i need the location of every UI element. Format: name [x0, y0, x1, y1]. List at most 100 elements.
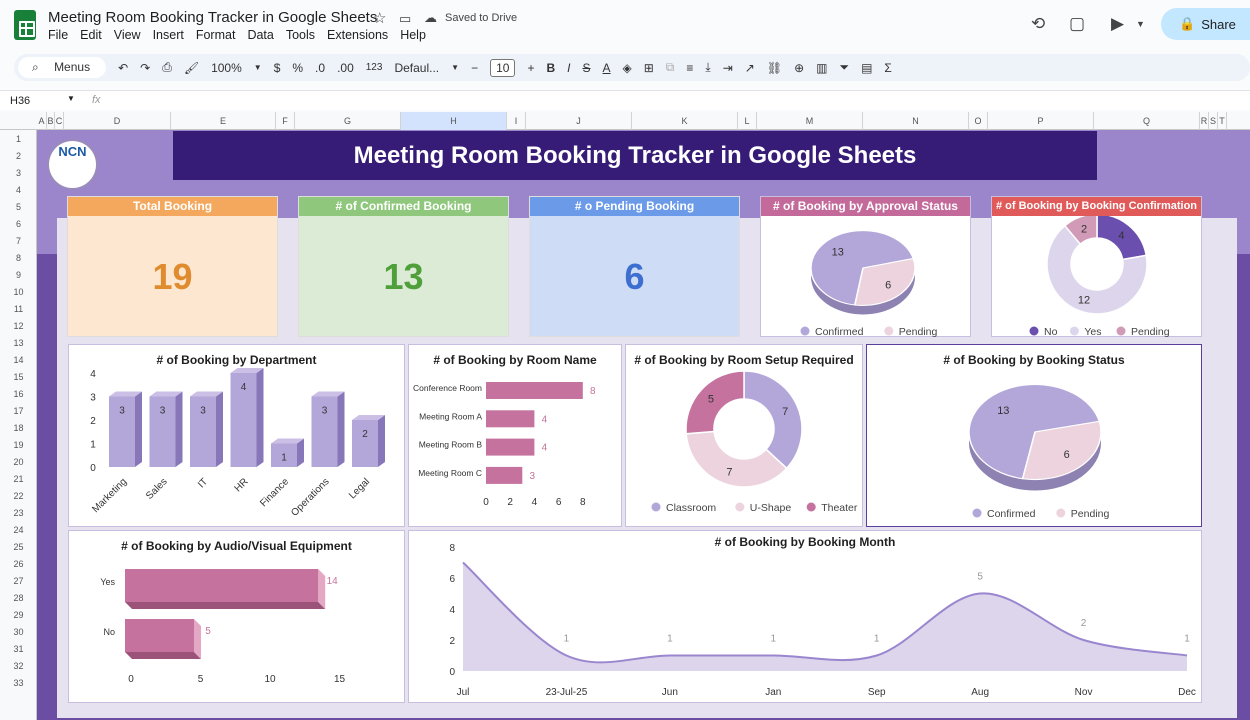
chevron-down-icon[interactable]: ▼ [1136, 19, 1145, 29]
room-name-chart[interactable]: # of Booking by Room Name Conference Roo… [408, 344, 622, 527]
booking-confirmation-chart[interactable]: # of Booking by Booking Confirmation 4 12… [991, 196, 1202, 338]
link-icon[interactable]: ⛓ [767, 61, 782, 75]
filter-views-icon[interactable]: ▤ [861, 61, 872, 75]
menu-edit[interactable]: Edit [80, 28, 102, 42]
chevron-down-icon[interactable]: ▼ [254, 63, 262, 72]
font-size-increase-button[interactable]: + [527, 61, 534, 75]
row-header[interactable]: 3 [0, 168, 37, 178]
column-header[interactable]: D [64, 112, 171, 130]
av-equipment-chart[interactable]: # of Booking by Audio/Visual Equipment Y… [68, 530, 405, 703]
row-header[interactable]: 24 [0, 525, 37, 535]
column-header[interactable]: G [295, 112, 401, 130]
booking-month-chart[interactable]: # of Booking by Booking Month 0 2 4 6 8 Jul 1 2… [408, 530, 1202, 703]
column-header[interactable]: H [401, 112, 507, 130]
row-header[interactable]: 18 [0, 423, 37, 433]
menu-format[interactable]: Format [196, 28, 236, 42]
column-header[interactable]: B [47, 112, 55, 130]
row-header[interactable]: 8 [0, 253, 37, 263]
row-header[interactable]: 11 [0, 304, 37, 314]
column-header[interactable]: O [969, 112, 988, 130]
chevron-down-icon[interactable]: ▼ [67, 94, 75, 103]
functions-icon[interactable]: Σ [884, 61, 891, 75]
number-format-button[interactable]: 123 [366, 62, 383, 73]
row-header[interactable]: 19 [0, 440, 37, 450]
font-size-input[interactable]: 10 [490, 58, 516, 77]
column-header[interactable]: Q [1094, 112, 1200, 130]
decrease-decimal-button[interactable]: .0 [315, 61, 325, 75]
column-header[interactable]: T [1218, 112, 1227, 130]
row-header[interactable]: 23 [0, 508, 37, 518]
borders-icon[interactable]: ⊞ [644, 61, 654, 75]
row-header[interactable]: 33 [0, 678, 37, 688]
menu-extensions[interactable]: Extensions [327, 28, 388, 42]
zoom-select[interactable]: 100% [211, 61, 242, 75]
font-select[interactable]: Defaul... [394, 61, 439, 75]
row-header[interactable]: 30 [0, 627, 37, 637]
bold-button[interactable]: B [546, 61, 555, 75]
row-header[interactable]: 5 [0, 202, 37, 212]
row-header[interactable]: 20 [0, 457, 37, 467]
merge-cells-icon[interactable]: ⧉ [666, 60, 675, 75]
column-header[interactable]: R [1200, 112, 1209, 130]
column-header[interactable]: F [276, 112, 295, 130]
column-header[interactable]: C [55, 112, 64, 130]
row-header[interactable]: 21 [0, 474, 37, 484]
history-icon[interactable]: ⟲ [1031, 14, 1045, 34]
row-header[interactable]: 13 [0, 338, 37, 348]
approval-status-chart[interactable]: # of Booking by Approval Status 13 6 Confi… [760, 196, 971, 338]
column-header[interactable]: J [526, 112, 632, 130]
menu-tools[interactable]: Tools [286, 28, 315, 42]
row-header[interactable]: 26 [0, 559, 37, 569]
row-header[interactable]: 31 [0, 644, 37, 654]
strikethrough-icon[interactable]: S [582, 61, 590, 75]
currency-format-button[interactable]: $ [274, 61, 281, 75]
menu-data[interactable]: Data [247, 28, 273, 42]
align-horizontal-icon[interactable]: ≡ [686, 61, 693, 75]
star-icon[interactable]: ☆ [373, 9, 386, 27]
filter-icon[interactable]: ⏷ [839, 60, 849, 75]
row-header[interactable]: 14 [0, 355, 37, 365]
row-header[interactable]: 27 [0, 576, 37, 586]
column-header[interactable]: N [863, 112, 969, 130]
sheets-logo-icon[interactable] [14, 10, 36, 40]
italic-button[interactable]: I [567, 61, 570, 75]
chart-icon[interactable]: ▥ [816, 61, 827, 75]
row-header[interactable]: 1 [0, 134, 37, 144]
menu-help[interactable]: Help [400, 28, 426, 42]
name-box[interactable]: H36 [10, 95, 30, 107]
fill-color-icon[interactable]: ◈ [623, 61, 632, 75]
text-color-icon[interactable]: A [602, 61, 610, 75]
row-header[interactable]: 32 [0, 661, 37, 671]
row-header[interactable]: 10 [0, 287, 37, 297]
booking-status-chart[interactable]: # of Booking by Booking Status 13 6 Confir… [866, 344, 1202, 527]
department-chart[interactable]: # of Booking by Department 0 1 2 3 4 3 Marketi… [68, 344, 405, 527]
percent-format-button[interactable]: % [292, 61, 303, 75]
column-header[interactable]: M [757, 112, 863, 130]
paint-format-icon[interactable]: 🖌 [184, 61, 199, 75]
text-wrap-icon[interactable]: ⇥ [723, 61, 733, 75]
row-header[interactable]: 16 [0, 389, 37, 399]
comment-icon[interactable]: ⊕ [794, 61, 804, 75]
row-header[interactable]: 22 [0, 491, 37, 501]
comments-icon[interactable]: ▢ [1069, 14, 1085, 34]
menu-view[interactable]: View [114, 28, 141, 42]
search-menus-input[interactable]: ⌕ Menus [18, 57, 107, 78]
chevron-down-icon[interactable]: ▼ [451, 63, 459, 72]
undo-icon[interactable]: ↶ [118, 61, 128, 75]
share-button[interactable]: 🔒 Share [1161, 8, 1250, 40]
row-header[interactable]: 25 [0, 542, 37, 552]
meet-video-icon[interactable]: ▶ [1111, 14, 1124, 34]
increase-decimal-button[interactable]: .00 [337, 61, 354, 75]
column-header[interactable]: L [738, 112, 757, 130]
column-header[interactable]: I [507, 112, 526, 130]
font-size-decrease-button[interactable]: − [471, 61, 478, 75]
row-header[interactable]: 17 [0, 406, 37, 416]
row-header[interactable]: 12 [0, 321, 37, 331]
row-header[interactable]: 6 [0, 219, 37, 229]
column-header[interactable]: S [1209, 112, 1218, 130]
document-title[interactable]: Meeting Room Booking Tracker in Google S… [48, 9, 377, 26]
column-header[interactable]: P [988, 112, 1094, 130]
text-rotate-icon[interactable]: ↗ [745, 61, 755, 75]
row-header[interactable]: 9 [0, 270, 37, 280]
row-header[interactable]: 29 [0, 610, 37, 620]
